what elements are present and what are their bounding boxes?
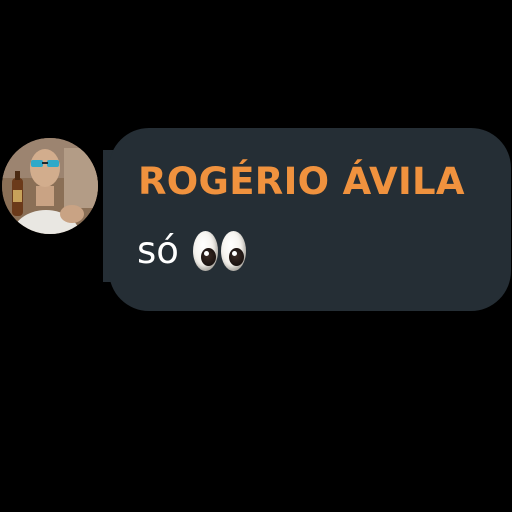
right-eye-icon [220,230,246,271]
author-name[interactable]: ROGÉRIO ÁVILA [138,160,465,203]
message-body: só [137,229,246,272]
avatar-photo-icon [2,138,98,234]
eyes-emoji-icon [192,230,246,271]
chat-message-screen: ROGÉRIO ÁVILA só [0,0,512,512]
left-eye-icon [192,230,218,271]
author-avatar[interactable] [2,138,98,234]
message-bubble[interactable] [109,128,511,311]
message-text: só [137,229,179,272]
